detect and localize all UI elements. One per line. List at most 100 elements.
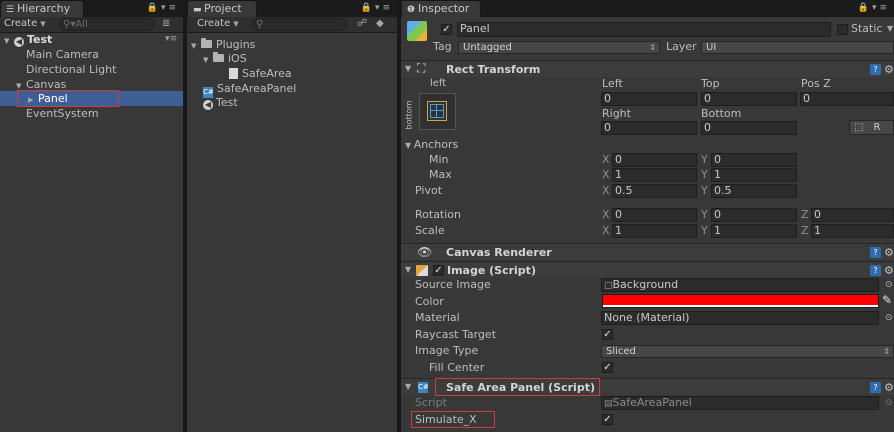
bottom-field[interactable]: 0 <box>701 121 797 135</box>
image-component-title: Image (Script) <box>447 264 536 277</box>
simulate-x-checkbox[interactable]: ✓ <box>602 414 613 425</box>
anchor-max-x-field[interactable]: 1 <box>612 168 697 182</box>
hierarchy-window-controls[interactable]: 🔒▾≡ <box>147 3 179 13</box>
project-item-ios[interactable]: ▼ iOS <box>187 51 397 66</box>
project-item-safearea[interactable]: SafeArea <box>187 66 397 81</box>
active-checkbox[interactable]: ✓ <box>441 24 452 35</box>
gear-icon[interactable]: ⚙ <box>884 381 894 394</box>
project-create-button[interactable]: Create ▼ <box>197 17 239 32</box>
rotation-y-field[interactable]: 0 <box>711 208 797 222</box>
scale-x-field[interactable]: 1 <box>612 224 697 238</box>
rotation-x-field[interactable]: 0 <box>612 208 697 222</box>
hierarchy-item-directional-light[interactable]: Directional Light <box>0 62 183 77</box>
hierarchy-item-eventsystem[interactable]: EventSystem <box>0 106 183 121</box>
search-by-type-icon[interactable]: ☍ <box>357 18 367 29</box>
scale-label: Scale <box>415 224 445 237</box>
expand-triangle-icon: ▼ <box>405 64 412 73</box>
anchor-max-y-field[interactable]: 1 <box>711 168 797 182</box>
help-book-icon[interactable]: ? <box>870 247 881 258</box>
project-search-input[interactable]: ⚲ <box>252 18 347 31</box>
object-picker-icon[interactable]: ⊙ <box>885 311 893 325</box>
raycast-target-checkbox[interactable]: ✓ <box>602 329 613 340</box>
hierarchy-panel: ☰ Hierarchy 🔒▾≡ Create ▼ ⚲▾All ≣ ▼ ◀ Test ▾≡… <box>0 0 183 432</box>
anchor-min-x-field[interactable]: 0 <box>612 153 697 167</box>
anchor-min-y-field[interactable]: 0 <box>711 153 797 167</box>
object-name-field[interactable]: Panel <box>457 22 831 37</box>
pivot-y-field[interactable]: 0.5 <box>711 184 797 198</box>
scene-row[interactable]: ▼ ◀ Test ▾≡ <box>0 32 183 47</box>
anchors-foldout[interactable]: ▼ Anchors <box>405 138 458 153</box>
image-component-header[interactable]: ▼ ✓ Image (Script) ? ⚙ <box>401 261 894 278</box>
image-type-dropdown[interactable]: Sliced ⇕ <box>601 345 894 358</box>
scale-x-label: X <box>602 224 610 237</box>
project-item-test[interactable]: ◀ Test <box>187 95 397 110</box>
project-item-plugins[interactable]: ▼ Plugins <box>187 37 397 52</box>
tag-dropdown[interactable]: Untagged ⇕ <box>458 41 660 54</box>
anchor-presets-button[interactable] <box>419 93 456 130</box>
scale-y-field[interactable]: 1 <box>711 224 797 238</box>
object-picker-icon[interactable]: ⊙ <box>885 278 893 292</box>
pivot-x-field[interactable]: 0.5 <box>612 184 697 198</box>
canvas-renderer-title: Canvas Renderer <box>446 246 552 259</box>
canvas-renderer-header[interactable]: 👁 Canvas Renderer ? ⚙ <box>401 243 894 260</box>
eyedropper-icon[interactable]: ✎ <box>882 293 892 307</box>
source-image-field[interactable]: ▢Background <box>601 278 879 292</box>
gear-icon[interactable]: ⚙ <box>884 264 894 277</box>
tab-project[interactable]: ▬ Project <box>187 0 257 17</box>
raycast-target-label: Raycast Target <box>415 328 497 341</box>
cs-script-icon: C# <box>418 382 429 393</box>
blueprint-icon: ⬚ <box>854 122 864 133</box>
min-y-label: Y <box>701 153 708 166</box>
static-checkbox[interactable] <box>837 24 848 35</box>
search-by-label-icon[interactable]: ◆ <box>376 18 384 29</box>
object-picker-icon: ⊙ <box>885 398 893 408</box>
anchor-preset-side-label: bottom <box>404 100 414 130</box>
help-book-icon[interactable]: ? <box>870 265 881 276</box>
info-icon: ❶ <box>407 5 416 15</box>
inspector-window-controls[interactable]: 🔒▾≡ <box>858 3 890 13</box>
anchor-preset-box <box>430 104 444 118</box>
tab-inspector[interactable]: ❶ Inspector <box>401 0 481 17</box>
pivot-label: Pivot <box>415 184 443 197</box>
pivot-y-label: Y <box>701 184 708 197</box>
chevron-down-icon: ▼ <box>233 20 239 28</box>
gear-icon[interactable]: ⚙ <box>884 63 894 76</box>
hierarchy-search-input[interactable]: ⚲▾All <box>59 18 155 31</box>
scale-z-field[interactable]: 1 <box>811 224 894 238</box>
project-item-safeareapanel[interactable]: C# SafeAreaPanel <box>187 81 397 98</box>
scene-menu-icon[interactable]: ▾≡ <box>165 32 177 47</box>
image-enabled-checkbox[interactable]: ✓ <box>433 265 444 276</box>
simulate-x-annotation-box <box>411 411 495 428</box>
project-toolbar: Create ▼ ⚲ ☍ ◆ <box>187 17 397 33</box>
material-field[interactable]: None (Material) <box>601 311 879 325</box>
rotation-z-field[interactable]: 0 <box>811 208 894 222</box>
right-field[interactable]: 0 <box>601 121 697 135</box>
layer-dropdown[interactable]: UI <box>701 41 894 54</box>
expand-triangle-icon: ▼ <box>405 141 414 150</box>
dropdown-arrow-icon: ⇕ <box>649 43 656 52</box>
help-book-icon[interactable]: ? <box>870 64 881 75</box>
rect-transform-header[interactable]: ▼ ⛶ Rect Transform ? ⚙ <box>401 60 894 77</box>
rotation-label: Rotation <box>415 208 462 221</box>
top-field[interactable]: 0 <box>701 92 797 106</box>
safe-area-title-annotation-box <box>435 378 600 396</box>
anchor-preset-top-label: left <box>430 78 447 89</box>
bottom-label: Bottom <box>701 107 742 120</box>
chevron-down-icon[interactable]: ▼ <box>887 22 893 36</box>
alpha-bar <box>603 305 878 307</box>
filter-icon[interactable]: ≣ <box>162 18 170 29</box>
raw-edit-button[interactable]: ⬚ R <box>849 120 894 135</box>
posz-field[interactable]: 0 <box>800 92 894 106</box>
script-label: Script <box>415 396 447 409</box>
project-window-controls[interactable]: 🔒▾≡ <box>361 3 393 13</box>
inspector-tabbar: ❶ Inspector 🔒▾≡ <box>401 0 894 17</box>
left-field[interactable]: 0 <box>601 92 697 106</box>
gear-icon[interactable]: ⚙ <box>884 246 894 259</box>
color-swatch[interactable] <box>602 294 879 308</box>
fill-center-checkbox[interactable]: ✓ <box>602 362 613 373</box>
hierarchy-create-button[interactable]: Create ▼ <box>4 17 46 32</box>
chevron-down-icon: ▼ <box>40 20 46 28</box>
help-book-icon[interactable]: ? <box>870 382 881 393</box>
tab-hierarchy[interactable]: ☰ Hierarchy <box>0 0 84 17</box>
hierarchy-item-main-camera[interactable]: Main Camera <box>0 47 183 62</box>
